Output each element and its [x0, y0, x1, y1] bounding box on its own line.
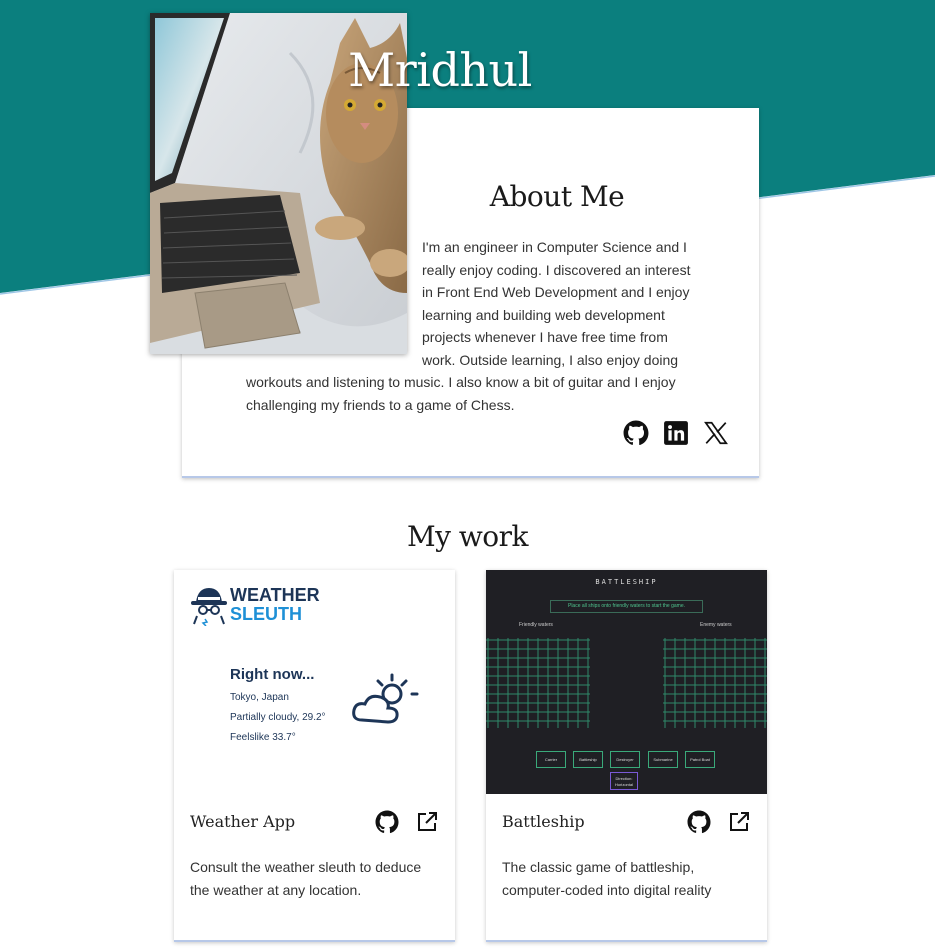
- ship-submarine-button[interactable]: Submarine: [648, 751, 678, 768]
- battleship-preview[interactable]: BATTLESHIP Place all ships onto friendly…: [486, 570, 767, 794]
- partly-cloudy-icon: [352, 673, 419, 724]
- condition-text: Partially cloudy, 29.2°: [230, 712, 326, 723]
- ship-destroyer-button[interactable]: Destroyer: [610, 751, 640, 768]
- project-links: [375, 810, 439, 834]
- external-link-icon[interactable]: [727, 810, 751, 834]
- weather-app-preview[interactable]: WEATHER SLEUTH Right now... Tokyo, Japan…: [174, 570, 455, 794]
- feelslike-text: Feelslike 33.7°: [230, 732, 296, 743]
- ship-patrol-boat-button[interactable]: Patrol Boat: [685, 751, 715, 768]
- github-icon[interactable]: [375, 810, 399, 834]
- x-icon[interactable]: [703, 420, 729, 446]
- project-title: Battleship: [502, 812, 585, 831]
- project-description: The classic game of battleship, computer…: [502, 859, 712, 898]
- direction-toggle-button[interactable]: Direction: Horizontal: [610, 772, 638, 790]
- enemy-waters-label: Enemy waters: [700, 622, 732, 628]
- project-description: Consult the weather sleuth to deduce the…: [190, 859, 422, 898]
- github-icon[interactable]: [623, 420, 649, 446]
- weather-sleuth-logo: WEATHER SLEUTH: [230, 585, 320, 624]
- github-icon[interactable]: [687, 810, 711, 834]
- friendly-waters-label: Friendly waters: [519, 622, 553, 628]
- ship-carrier-button[interactable]: Carrier: [536, 751, 566, 768]
- friendly-grid[interactable]: [486, 638, 590, 728]
- social-links: [623, 420, 729, 446]
- project-title: Weather App: [190, 812, 296, 831]
- battleship-game-title: BATTLESHIP: [595, 578, 658, 586]
- right-now-label: Right now...: [230, 666, 315, 683]
- site-title: Mridhul: [348, 43, 532, 97]
- project-card-battleship: BATTLESHIP Place all ships onto friendly…: [486, 570, 767, 942]
- about-heading: About Me: [489, 180, 625, 213]
- project-links: [687, 810, 751, 834]
- project-card-weather: WEATHER SLEUTH Right now... Tokyo, Japan…: [174, 570, 455, 942]
- enemy-grid[interactable]: [663, 638, 767, 728]
- detective-hat-icon: [191, 588, 227, 626]
- linkedin-icon[interactable]: [663, 420, 689, 446]
- location-text: Tokyo, Japan: [230, 692, 289, 703]
- work-heading: My work: [406, 520, 529, 553]
- ship-battleship-button[interactable]: Battleship: [573, 751, 603, 768]
- external-link-icon[interactable]: [415, 810, 439, 834]
- battleship-message: Place all ships onto friendly waters to …: [550, 600, 703, 613]
